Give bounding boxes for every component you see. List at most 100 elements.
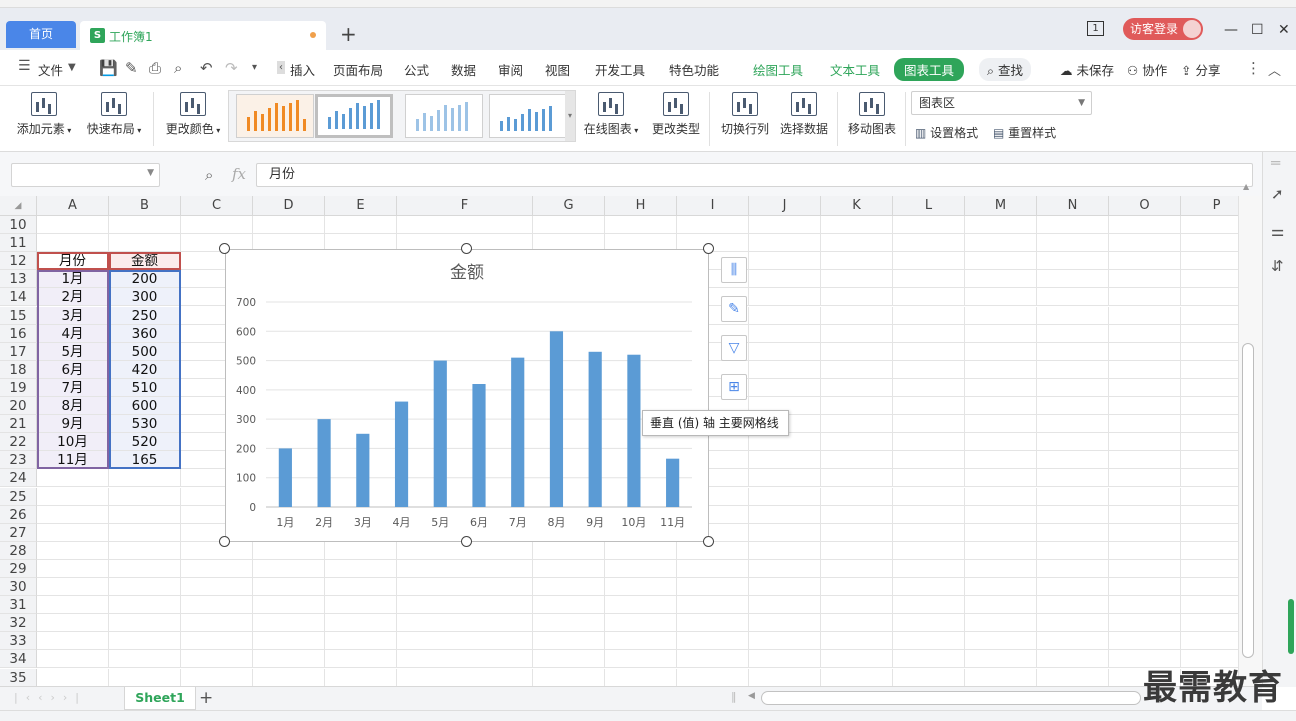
grid-cell[interactable] [893,523,965,542]
grid-cell[interactable] [325,668,397,686]
grid-cell[interactable] [893,433,965,452]
grid-cell[interactable] [1037,668,1109,686]
print-icon[interactable]: ⎙ [149,59,161,77]
tab-workbook[interactable]: S 工作簿1 [80,21,326,50]
bar[interactable] [627,354,641,507]
resize-handle[interactable] [219,536,230,547]
grid-cell[interactable] [893,216,965,235]
grid-cell[interactable] [1181,506,1238,524]
grid-cell[interactable] [749,306,821,325]
grid-cell[interactable] [821,541,893,560]
grid-cell[interactable] [1109,288,1181,307]
grid-cell[interactable] [1109,433,1181,452]
grid-cell[interactable] [749,270,821,289]
grid-cell[interactable] [181,650,253,669]
menu-data[interactable]: 数据 [451,60,476,79]
grid-cell[interactable] [749,324,821,343]
column-header[interactable]: E [325,196,397,216]
grid-cell[interactable] [1181,614,1238,633]
grid-cell[interactable] [821,306,893,325]
grid-cell[interactable] [1109,487,1181,506]
grid-cell[interactable] [677,650,749,669]
grid-cell[interactable] [821,523,893,542]
bar[interactable] [666,458,680,507]
resize-handle[interactable] [461,243,472,254]
quick-layout-button[interactable]: 快速布局 ▾ [84,86,144,137]
scrollbar-thumb[interactable] [1242,343,1254,658]
grid-cell[interactable] [37,614,109,633]
column-header[interactable]: O [1109,196,1181,216]
chart-style-1[interactable] [236,94,314,138]
menu-developer[interactable]: 开发工具 [595,60,645,79]
grid-cell[interactable] [749,216,821,235]
grid-cell[interactable] [37,559,109,578]
grid-cell[interactable] [397,559,533,578]
grid-cell[interactable] [1181,325,1238,343]
grid-cell[interactable] [1109,632,1181,651]
grid-cell[interactable] [1181,488,1238,506]
switch-row-col-button[interactable]: 切换行列 [719,86,771,137]
grid-cell[interactable] [821,469,893,488]
grid-cell[interactable] [605,541,677,560]
grid-cell[interactable] [1109,415,1181,434]
grid-cell[interactable] [677,578,749,597]
grid-cell[interactable] [605,596,677,615]
grid-cell[interactable] [37,596,109,615]
grid-cell[interactable] [677,559,749,578]
row-header[interactable]: 13 [0,270,37,289]
grid-cell[interactable] [37,541,109,560]
grid-cell[interactable] [965,397,1037,416]
column-header[interactable]: A [37,196,109,216]
grid-cell[interactable] [965,596,1037,615]
chart-style-3[interactable] [405,94,483,138]
grid-cell[interactable] [821,632,893,651]
row-header[interactable]: 14 [0,288,37,307]
grid-cell[interactable] [1037,433,1109,452]
grid-cell[interactable] [533,614,605,633]
row-header[interactable]: 30 [0,578,37,597]
grid-cell[interactable] [893,360,965,379]
login-button[interactable]: 访客登录 [1123,18,1203,40]
share-button[interactable]: ⇪ 分享 [1181,60,1220,79]
grid-cell[interactable] [749,342,821,361]
new-tab-button[interactable]: + [340,22,357,46]
grid-cell[interactable] [821,451,893,470]
grid-cell[interactable] [893,559,965,578]
grid-cell[interactable] [749,469,821,488]
print-preview-icon[interactable]: ⌕ [174,59,182,77]
grid-cell[interactable] [749,234,821,253]
chart-element-select[interactable]: 图表区 ▼ [911,91,1092,115]
grid-cell[interactable] [1109,234,1181,253]
grid-cell[interactable] [605,216,677,235]
grid-cell[interactable] [1181,343,1238,361]
grid-cell[interactable] [893,596,965,615]
grid-cell[interactable] [965,469,1037,488]
chart-settings-icon[interactable]: ⊞ [721,374,747,400]
scroll-left-icon[interactable]: ◀ [748,691,755,701]
scroll-left-icon[interactable]: ‹ [277,61,285,74]
grid-cell[interactable] [821,487,893,506]
grid-cell[interactable] [965,578,1037,597]
grid-cell[interactable] [821,378,893,397]
column-header[interactable]: I [677,196,749,216]
grid-cell[interactable] [965,360,1037,379]
sheet-nav-icon[interactable]: |‹‹››| [14,691,87,704]
scroll-up-icon[interactable]: ▲ [1243,182,1249,191]
add-element-button[interactable]: 添加元素 ▾ [14,86,74,137]
row-header[interactable]: 24 [0,469,37,488]
column-header[interactable]: K [821,196,893,216]
hamburger-icon[interactable]: ☰ [18,58,31,74]
grid-cell[interactable] [893,324,965,343]
row-header[interactable]: 33 [0,632,37,651]
grid-cell[interactable] [1181,451,1238,470]
grid-cell[interactable] [181,578,253,597]
grid-cell[interactable] [1037,234,1109,253]
fx-icon[interactable]: fx [232,165,246,183]
grid-cell[interactable] [397,578,533,597]
grid-cell[interactable] [181,559,253,578]
grid-cell[interactable] [1037,505,1109,524]
column-header[interactable]: J [749,196,821,216]
grid-cell[interactable] [893,578,965,597]
column-header[interactable]: P [1181,196,1238,216]
menu-review[interactable]: 审阅 [498,60,523,79]
